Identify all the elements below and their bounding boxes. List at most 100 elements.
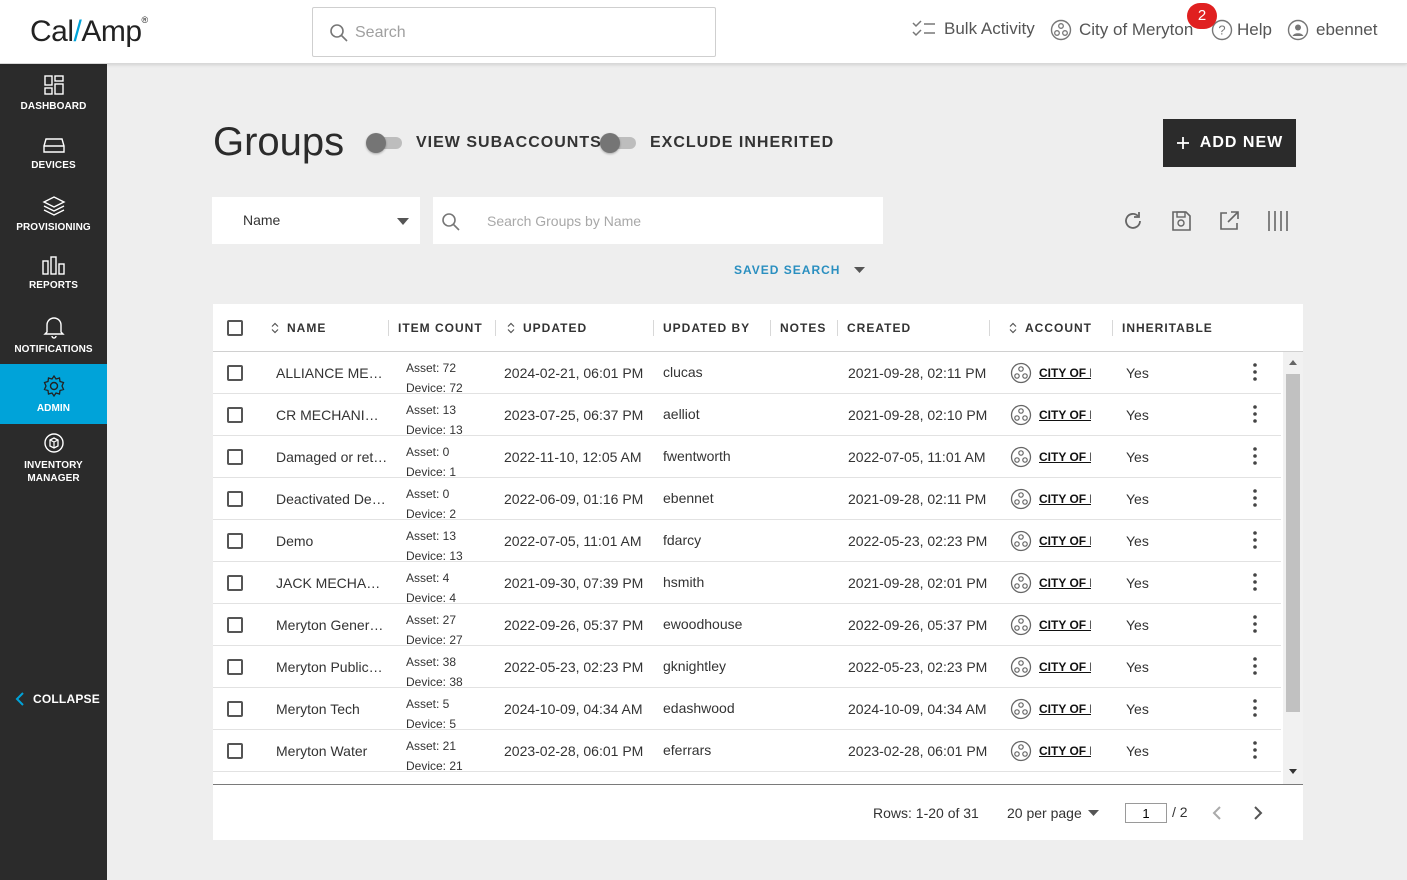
previous-page-icon[interactable] [1211,805,1223,821]
column-header-created-label: CREATED [847,321,912,335]
group-search-input[interactable] [487,210,867,232]
columns-icon[interactable] [1266,209,1290,233]
select-all-checkbox[interactable] [227,320,243,336]
table-row[interactable]: Meryton Public… Asset: 38 Device: 38 202… [213,646,1281,689]
group-name[interactable]: Meryton Gener… [276,617,388,633]
save-icon[interactable] [1169,209,1193,233]
account-switcher[interactable]: City of Meryton [1050,19,1193,41]
notification-count-badge[interactable]: 2 [1187,3,1217,29]
column-header-created[interactable]: CREATED [847,321,911,335]
group-name[interactable]: ALLIANCE MEC… [276,365,388,381]
group-name[interactable]: Meryton Public… [276,659,388,675]
row-menu-icon[interactable] [1246,404,1264,424]
sidebar-item-devices[interactable]: DEVICES [0,125,107,185]
account-link[interactable]: CITY OF MERYTON [1039,492,1091,506]
column-header-account-label: ACCOUNT [1025,321,1092,335]
help-label: Help [1237,20,1272,39]
collapse-sidebar-button[interactable]: COLLAPSE [15,691,100,707]
group-name[interactable]: CR MECHANIC… [276,407,388,423]
row-menu-icon[interactable] [1246,614,1264,634]
account-link[interactable]: CITY OF MERYTON [1039,366,1091,380]
column-header-account[interactable]: ACCOUNT [1009,321,1092,335]
user-menu[interactable]: ebennet [1287,19,1377,41]
table-row[interactable]: CR MECHANIC… Asset: 13 Device: 13 2023-0… [213,394,1281,437]
saved-search-dropdown[interactable]: SAVED SEARCH [734,263,866,277]
account-link[interactable]: CITY OF MERYTON [1039,408,1091,422]
table-scrollbar[interactable] [1283,352,1303,784]
table-row[interactable]: Demo Asset: 13 Device: 13 2022-07-05, 11… [213,520,1281,563]
bar-chart-icon [41,256,65,275]
column-header-name[interactable]: NAME [271,321,326,335]
row-menu-icon[interactable] [1246,740,1264,760]
group-name[interactable]: Damaged or ret… [276,449,388,465]
sort-icon [271,322,279,334]
refresh-icon[interactable] [1121,209,1145,233]
row-menu-icon[interactable] [1246,572,1264,592]
item-count: Asset: 72 Device: 72 [406,358,463,398]
table-row[interactable]: Deactivated Dev… Asset: 0 Device: 2 2022… [213,478,1281,521]
account-link[interactable]: CITY OF MERYTON [1039,660,1091,674]
table-row[interactable]: Damaged or ret… Asset: 0 Device: 1 2022-… [213,436,1281,479]
total-pages: / 2 [1172,804,1188,820]
bulk-activity-link[interactable]: Bulk Activity [911,19,1035,39]
scroll-down-icon[interactable] [1283,766,1303,778]
account-link[interactable]: CITY OF MERYTON [1039,450,1091,464]
account-link[interactable]: CITY OF MERYTON [1039,744,1091,758]
scroll-thumb[interactable] [1286,374,1300,712]
group-name[interactable]: JACK MECHA… [276,575,388,591]
row-menu-icon[interactable] [1246,362,1264,382]
calamp-logo[interactable]: Cal/Amp® [30,15,148,49]
group-name[interactable]: Demo [276,533,388,549]
row-checkbox[interactable] [227,491,243,507]
scroll-up-icon[interactable] [1283,356,1303,368]
column-header-inheritable[interactable]: INHERITABLE [1122,321,1213,335]
row-checkbox[interactable] [227,659,243,675]
search-field-select[interactable]: Name [212,197,420,244]
column-header-updated-by[interactable]: UPDATED BY [663,321,750,335]
row-checkbox[interactable] [227,617,243,633]
help-link[interactable]: ? Help [1211,19,1272,41]
table-row[interactable]: JACK MECHA… Asset: 4 Device: 4 2021-09-3… [213,562,1281,605]
account-link[interactable]: CITY OF MERYTON [1039,618,1091,632]
sidebar-item-reports[interactable]: REPORTS [0,245,107,305]
row-checkbox[interactable] [227,365,243,381]
row-menu-icon[interactable] [1246,530,1264,550]
group-name[interactable]: Deactivated Dev… [276,491,388,507]
table-row[interactable]: Meryton Gener… Asset: 27 Device: 27 2022… [213,604,1281,647]
sidebar-item-dashboard[interactable]: DASHBOARD [0,64,107,124]
sidebar-item-provisioning[interactable]: PROVISIONING [0,185,107,245]
column-header-updated[interactable]: UPDATED [507,321,587,335]
exclude-inherited-toggle[interactable] [600,133,638,153]
page-number-input[interactable] [1125,803,1167,823]
global-search-input[interactable] [355,20,695,46]
row-checkbox[interactable] [227,701,243,717]
row-menu-icon[interactable] [1246,656,1264,676]
row-checkbox[interactable] [227,533,243,549]
export-icon[interactable] [1217,209,1241,233]
add-new-button[interactable]: ADD NEW [1163,119,1296,167]
row-checkbox[interactable] [227,449,243,465]
row-menu-icon[interactable] [1246,446,1264,466]
next-page-icon[interactable] [1252,805,1264,821]
sidebar-item-inventory-manager[interactable]: INVENTORY MANAGER [0,425,107,495]
row-checkbox[interactable] [227,575,243,591]
item-count: Asset: 27 Device: 27 [406,610,463,650]
column-header-notes[interactable]: NOTES [780,321,826,335]
row-checkbox[interactable] [227,743,243,759]
row-checkbox[interactable] [227,407,243,423]
account-link[interactable]: CITY OF MERYTON [1039,702,1091,716]
table-row[interactable]: Meryton Tech Asset: 5 Device: 5 2024-10-… [213,688,1281,731]
view-subaccounts-toggle[interactable] [366,133,404,153]
group-name[interactable]: Meryton Tech [276,701,388,717]
per-page-select[interactable]: 20 per page [1007,805,1099,821]
table-row[interactable]: ALLIANCE MEC… Asset: 72 Device: 72 2024-… [213,352,1281,395]
column-header-item-count[interactable]: ITEM COUNT [398,321,483,335]
row-menu-icon[interactable] [1246,488,1264,508]
account-link[interactable]: CITY OF MERYTON [1039,576,1091,590]
row-menu-icon[interactable] [1246,698,1264,718]
group-name[interactable]: Meryton Water [276,743,388,759]
sidebar-item-admin[interactable]: ADMIN [0,364,107,424]
table-row[interactable]: Meryton Water Asset: 21 Device: 21 2023-… [213,730,1281,773]
sidebar-item-notifications[interactable]: NOTIFICATIONS [0,305,107,365]
account-link[interactable]: CITY OF MERYTON [1039,534,1091,548]
